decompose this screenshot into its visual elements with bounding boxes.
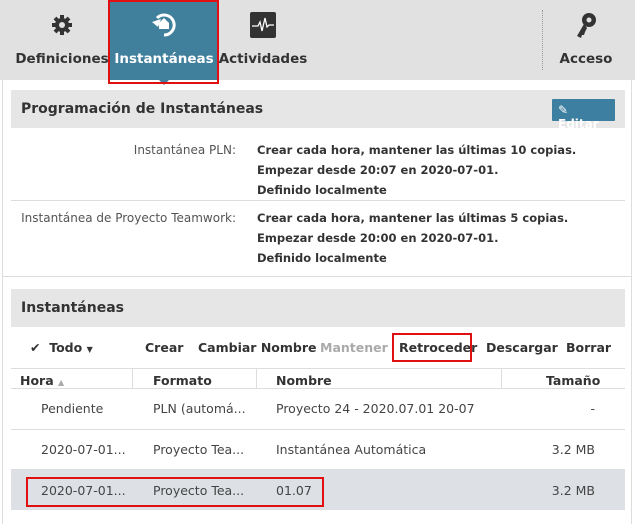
chevron-down-icon: ▼ bbox=[86, 345, 93, 354]
column-divider bbox=[256, 368, 257, 389]
tab-acceso[interactable]: Acceso bbox=[555, 0, 617, 80]
select-all-dropdown[interactable]: ✔ Todo ▼ bbox=[30, 340, 93, 355]
column-formato[interactable]: Formato bbox=[153, 373, 212, 388]
tab-actividades[interactable]: Actividades bbox=[218, 0, 308, 80]
highlight-row bbox=[26, 477, 324, 507]
tab-definiciones[interactable]: Definiciones bbox=[12, 0, 112, 80]
delete-button[interactable]: Borrar bbox=[566, 340, 611, 355]
highlight-tab bbox=[108, 0, 219, 84]
key-icon bbox=[577, 13, 596, 38]
column-tamano[interactable]: Tamaño bbox=[546, 373, 600, 388]
table-row[interactable]: 2020-07-01... Proyecto Tea... Instantáne… bbox=[11, 430, 625, 470]
keep-button[interactable]: Mantener bbox=[320, 340, 388, 355]
download-button[interactable]: Descargar bbox=[486, 340, 558, 355]
divider bbox=[2, 276, 632, 277]
column-hora[interactable]: Hora ▲ bbox=[20, 373, 64, 388]
column-nombre[interactable]: Nombre bbox=[276, 373, 332, 388]
divider bbox=[11, 200, 625, 201]
highlight-rollback bbox=[392, 333, 472, 362]
sort-asc-icon: ▲ bbox=[58, 378, 65, 387]
create-button[interactable]: Crear bbox=[145, 340, 183, 355]
divider bbox=[11, 368, 625, 369]
check-icon: ✔ bbox=[30, 340, 41, 355]
column-divider bbox=[501, 368, 502, 389]
schedule-value-teamwork: Crear cada hora, mantener las últimas 5 … bbox=[257, 211, 569, 265]
schedule-label-teamwork: Instantánea de Proyecto Teamwork: bbox=[21, 211, 236, 225]
nav-divider bbox=[542, 10, 543, 70]
schedule-label-pln: Instantánea PLN: bbox=[133, 143, 236, 157]
schedule-header: Programación de Instantáneas bbox=[11, 90, 625, 128]
gear-icon bbox=[52, 15, 72, 35]
snapshots-header: Instantáneas bbox=[11, 289, 625, 327]
rename-button[interactable]: Cambiar Nombre bbox=[198, 340, 316, 355]
edit-button[interactable]: ✎ Editar bbox=[552, 99, 615, 131]
activity-monitor-icon bbox=[250, 12, 276, 38]
column-divider bbox=[132, 368, 133, 389]
table-row[interactable]: Pendiente PLN (automá... Proyecto 24 - 2… bbox=[11, 389, 625, 430]
schedule-value-pln: Crear cada hora, mantener las últimas 10… bbox=[257, 143, 577, 197]
